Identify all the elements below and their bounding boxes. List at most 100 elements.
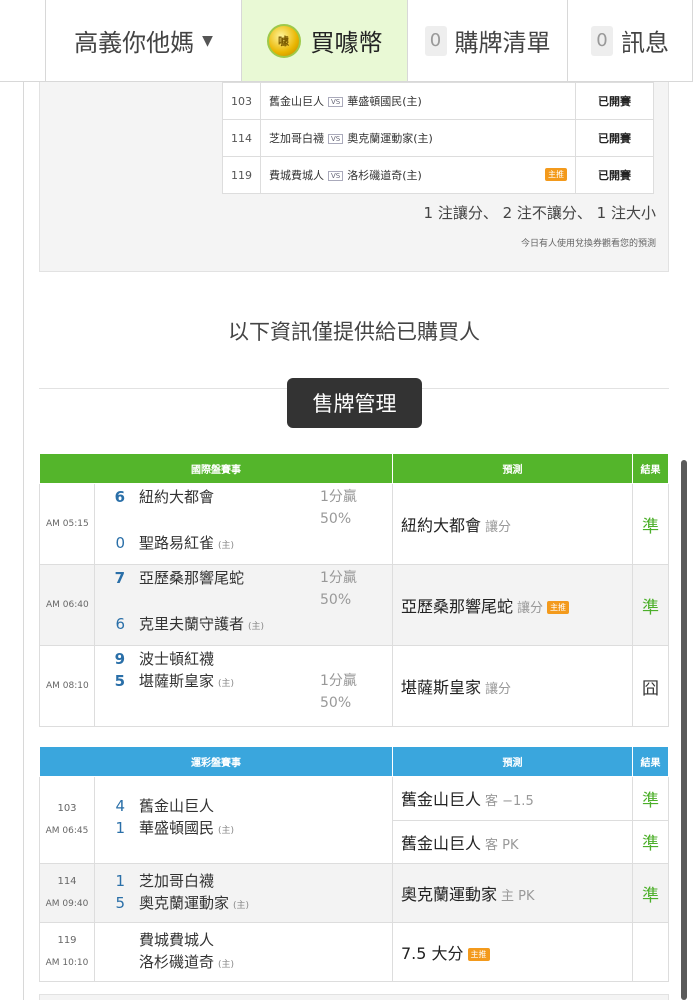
featured-badge: 主推 <box>547 601 570 614</box>
pick-type: 讓分 <box>517 601 544 616</box>
purchase-list-count: 0 <box>424 25 447 56</box>
summary-panel: 103 舊金山巨人 VS 華盛頓國民(主) 已開賽 114 芝加哥白襪 VS 奧克蘭運動家(主)… <box>39 82 669 272</box>
teams: 9 波士頓紅襪 5 堪薩斯皇家 (主) 1分贏 50% <box>95 646 392 726</box>
team-line: 7 亞歷桑那響尾蛇 <box>95 567 325 588</box>
pick-type: 讓分 <box>485 682 512 697</box>
featured-badge: 主推 <box>467 948 490 961</box>
summary-sub: 今日有人使用兌換券觀看您的預測 <box>520 239 656 249</box>
teams: 6 紐約大都會 0 聖路易紅雀 (主) 1分贏 50% <box>95 484 392 564</box>
score: 6 <box>114 488 125 506</box>
messages-label: 訊息 <box>621 29 669 57</box>
status-label: 已開賽 <box>575 82 654 120</box>
prediction: 舊金山巨人客 −1.5 <box>392 776 633 821</box>
summary-row: 103 舊金山巨人 VS 華盛頓國民(主) 已開賽 <box>222 82 654 120</box>
nav-spacer <box>0 0 46 81</box>
pick-team: 舊金山巨人 <box>401 833 482 853</box>
result: 準 <box>632 564 669 646</box>
result: 準 <box>632 819 669 864</box>
pick-team: 亞歷桑那響尾蛇 <box>401 597 514 616</box>
game-number: 103 <box>57 803 77 814</box>
home-team: 華盛頓國民(主) <box>347 95 422 108</box>
result <box>632 922 669 982</box>
messages-count: 0 <box>591 25 613 56</box>
pick-team: 舊金山巨人 <box>401 790 482 810</box>
odds-pct: 50% <box>320 695 352 711</box>
game-time: AM 05:15 <box>39 483 95 565</box>
vs-icon: VS <box>328 171 344 181</box>
teams: 7 亞歷桑那響尾蛇 6 克里夫蘭守護者 (主) 1分贏 50% <box>95 565 392 645</box>
team-line: 5 堪薩斯皇家 (主) <box>95 670 325 691</box>
matchup-cell: 費城費城人 洛杉磯道奇 (主) <box>94 922 393 982</box>
team-name: 克里夫蘭守護者 <box>139 615 245 633</box>
team-name: 華盛頓國民 <box>139 819 215 837</box>
vs-icon: VS <box>328 97 344 107</box>
score: 6 <box>115 615 125 633</box>
sell-management-button[interactable]: 售牌管理 <box>287 378 422 428</box>
team-name: 奧克蘭運動家 <box>139 894 230 912</box>
team-name: 聖路易紅雀 <box>139 534 215 552</box>
prediction: 堪薩斯皇家 讓分 <box>392 645 633 727</box>
pick-type: 客 PK <box>485 837 519 853</box>
team-line: 1 芝加哥白襪 <box>95 870 214 891</box>
team-line: 費城費城人 <box>95 929 214 950</box>
home-marker: (主) <box>233 901 250 911</box>
team-name: 芝加哥白襪 <box>139 872 215 890</box>
teams: 費城費城人 洛杉磯道奇 (主) <box>95 923 392 981</box>
vs-icon: VS <box>328 134 344 144</box>
prediction: 舊金山巨人客 PK <box>392 819 633 864</box>
team-line: 洛杉磯道奇 (主) <box>95 951 234 972</box>
caret-down-icon: ▼ <box>202 32 213 49</box>
team-name: 舊金山巨人 <box>139 797 215 815</box>
home-marker: (主) <box>218 826 235 836</box>
intl-row: AM 08:10 9 波士頓紅襪 5 堪薩斯皇家 (主) 1分贏 50% 堪薩斯皇家 讓分囧 <box>39 645 669 727</box>
home-marker: (主) <box>218 541 235 551</box>
game-time: AM 10:10 <box>45 958 89 968</box>
sport-row: 119 AM 10:10 費城費城人 洛杉磯道奇 (主) 7.5 大分 主推 <box>39 922 669 982</box>
odds: 1分贏 50% <box>320 486 357 530</box>
odds-line: 1分贏 <box>320 489 357 505</box>
score: 4 <box>115 797 125 815</box>
home-marker: (主) <box>218 960 235 970</box>
status-label: 已開賽 <box>575 156 654 194</box>
buy-coins-label: 買噱幣 <box>310 29 383 57</box>
game-number: 114 <box>222 119 261 157</box>
score: 5 <box>115 894 125 912</box>
team-name: 亞歷桑那響尾蛇 <box>139 569 245 587</box>
game-time: AM 06:45 <box>45 826 89 836</box>
intl-row: AM 05:15 6 紐約大都會 0 聖路易紅雀 (主) 1分贏 50% 紐約大都會 讓分準 <box>39 483 669 565</box>
away-team: 舊金山巨人 <box>269 95 324 108</box>
team-line: 9 波士頓紅襪 <box>95 648 325 669</box>
result: 準 <box>632 776 669 821</box>
team-line: 6 紐約大都會 <box>95 486 325 507</box>
team-line: 0 聖路易紅雀 (主) <box>95 532 325 553</box>
matchup-cell: 6 紐約大都會 0 聖路易紅雀 (主) 1分贏 50% <box>94 483 393 565</box>
team-line: 1 華盛頓國民 (主) <box>95 817 234 838</box>
coin-icon: 噱 <box>266 23 301 58</box>
sport-header-event: 運彩盤賽事 <box>39 746 393 777</box>
sport-header-pred: 預測 <box>392 746 633 777</box>
home-marker: (主) <box>248 622 265 632</box>
team-line: 4 舊金山巨人 <box>95 795 214 816</box>
intl-table: 國際盤賽事 預測 結果 AM 05:15 6 紐約大都會 0 聖路易紅雀 (主) 1分贏 50… <box>39 453 669 727</box>
pick-team: 紐約大都會 <box>401 516 482 535</box>
user-menu[interactable]: 高義你他媽 ▼ <box>46 0 242 81</box>
featured-badge: 主推 <box>545 168 567 181</box>
odds-pct: 50% <box>320 511 352 527</box>
sport-row: 103 AM 06:45 4 舊金山巨人 1 華盛頓國民 (主) 舊金山巨人客 −1.5 準 <box>39 776 669 864</box>
pick-type: 主 PK <box>501 889 535 904</box>
pick-team: 7.5 大分 <box>401 944 464 963</box>
game-info: 103 AM 06:45 <box>39 776 95 864</box>
scrollbar[interactable] <box>681 460 687 1000</box>
summary-row: 114 芝加哥白襪 VS 奧克蘭運動家(主) 已開賽 <box>222 119 654 157</box>
matchup-cell: 7 亞歷桑那響尾蛇 6 克里夫蘭守護者 (主) 1分贏 50% <box>94 564 393 646</box>
buy-coins-tab[interactable]: 噱 買噱幣 <box>242 0 408 81</box>
purchase-list-label: 購牌清單 <box>454 29 551 57</box>
purchase-list-tab[interactable]: 0 購牌清單 <box>408 0 568 81</box>
summary-note: 1 注讓分、 2 注不讓分、 1 注大小 <box>423 204 656 222</box>
sport-row: 114 AM 09:40 1 芝加哥白襪 5 奧克蘭運動家 (主) 奧克蘭運動家主 PK 準 <box>39 863 669 923</box>
score: 1 <box>115 819 125 837</box>
pick-team: 堪薩斯皇家 <box>401 678 482 697</box>
game-number: 119 <box>57 935 77 946</box>
game-time: AM 06:40 <box>39 564 95 646</box>
messages-tab[interactable]: 0 訊息 <box>568 0 693 81</box>
